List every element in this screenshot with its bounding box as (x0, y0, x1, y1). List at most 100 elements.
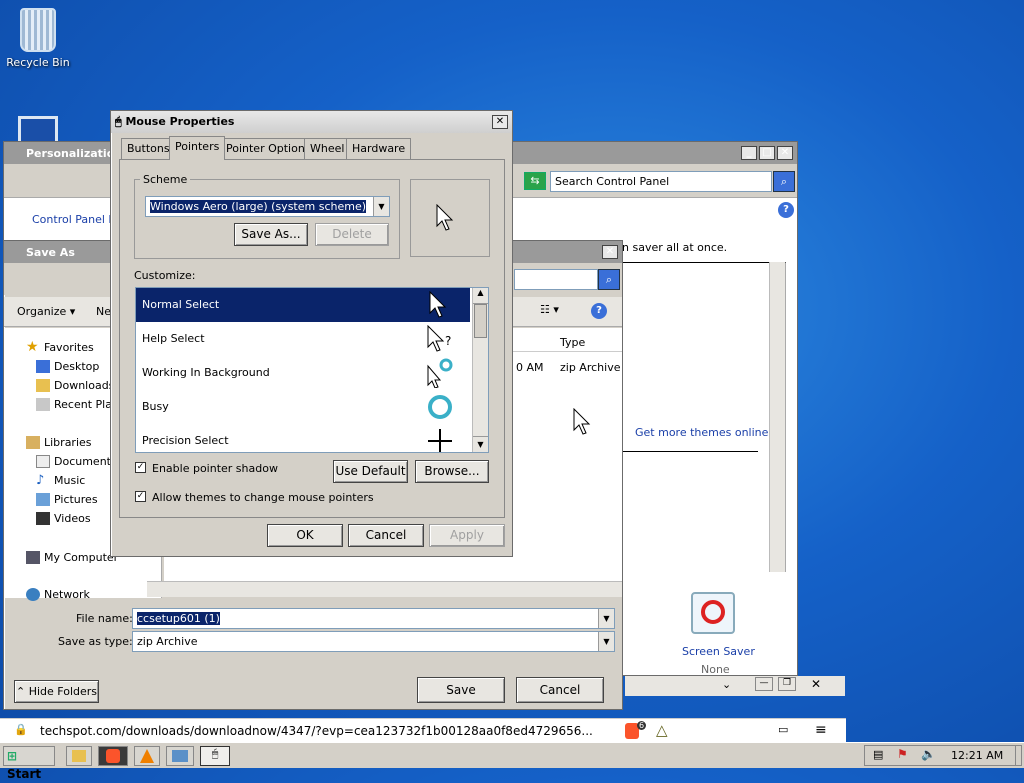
allow-themes-checkbox[interactable]: ✓ (135, 491, 146, 502)
customize-label: Customize: (134, 269, 196, 282)
file-name-label: File name: (76, 612, 133, 625)
tab-hardware[interactable]: Hardware (346, 138, 412, 159)
browser-address-bar: 🔒 techspot.com/downloads/downloadnow/434… (0, 718, 846, 742)
save-as-search-input[interactable] (514, 269, 598, 290)
tab-pointers[interactable]: Pointers (169, 136, 226, 160)
hide-folders-button[interactable]: ⌃ Hide Folders (14, 680, 99, 703)
videos-icon (36, 512, 50, 525)
list-item-precision-select[interactable]: Precision Select (136, 424, 470, 452)
scheme-select[interactable]: Windows Aero (large) (system scheme) ▼ (145, 196, 390, 217)
mouse-properties-task[interactable]: 🖱 (200, 746, 230, 766)
help-icon[interactable]: ? (591, 303, 607, 319)
sidebar-item-network[interactable]: Network (26, 587, 90, 603)
search-input[interactable]: Search Control Panel (550, 171, 772, 192)
libraries-icon (26, 436, 40, 449)
close-button[interactable]: ✕ (777, 146, 793, 160)
sidebar-item-downloads[interactable]: Downloads (36, 378, 114, 394)
clock[interactable]: 12:21 AM (951, 749, 1003, 762)
new-folder-button[interactable]: Ne (96, 305, 111, 318)
tab-wheel[interactable]: Wheel (304, 138, 351, 159)
organize-button[interactable]: Organize ▾ (17, 305, 75, 318)
sidebar-item-videos[interactable]: Videos (36, 511, 91, 527)
sidebar-item-favorites[interactable]: ★ Favorites (26, 340, 94, 356)
list-item-busy[interactable]: Busy (136, 390, 470, 424)
minimize-button[interactable]: — (755, 677, 773, 691)
close-button[interactable]: ✕ (602, 245, 618, 259)
rewards-triangle-icon[interactable]: △ (656, 721, 668, 739)
vlc-task[interactable] (134, 746, 160, 766)
pointer-list-scrollbar[interactable]: ▲ ▼ (472, 288, 488, 452)
column-header-type[interactable]: Type (560, 333, 585, 353)
use-default-button[interactable]: Use Default (333, 460, 408, 483)
mouse-properties-titlebar: 🖱 Mouse Properties ✕ (111, 111, 512, 133)
help-icon[interactable]: ? (778, 202, 794, 218)
crosshair-cursor-icon (428, 429, 452, 452)
save-as-button[interactable]: Save As... (234, 223, 308, 246)
shield-badge: 6 (637, 721, 647, 730)
chevron-down-icon[interactable]: ▼ (598, 609, 614, 628)
sidebar-item-music[interactable]: ♪ Music (36, 473, 85, 489)
file-row-time: 0 AM (516, 361, 544, 374)
maximize-button[interactable]: □ (759, 146, 775, 160)
search-icon[interactable]: ⌕ (773, 171, 795, 192)
security-alert-icon[interactable]: ⚑ (897, 747, 908, 761)
close-button[interactable]: ✕ (492, 115, 508, 129)
control-panel-icon (172, 750, 188, 762)
allow-themes-label: Allow themes to change mouse pointers (152, 491, 374, 504)
ok-button[interactable]: OK (267, 524, 343, 547)
get-more-themes-link[interactable]: Get more themes online (635, 426, 768, 439)
sidebar-item-libraries[interactable]: Libraries (26, 435, 92, 451)
themes-scrollbar[interactable] (769, 262, 785, 572)
show-desktop-button[interactable] (1015, 746, 1021, 765)
explorer-task[interactable] (66, 746, 92, 766)
chevron-down-icon[interactable]: ▼ (373, 197, 389, 216)
sidebar-item-recent-places[interactable]: Recent Plac (36, 397, 118, 413)
screen-saver-icon[interactable] (691, 592, 735, 634)
start-button[interactable]: ⊞ Start (3, 746, 55, 781)
chevron-down-icon[interactable]: ▼ (598, 632, 614, 651)
arrow-cursor-icon (436, 204, 454, 231)
browse-button[interactable]: Browse... (415, 460, 489, 483)
file-list-hscrollbar[interactable] (147, 581, 622, 597)
tab-pointer-options[interactable]: Pointer Options (220, 138, 317, 159)
system-tray: ▤ ⚑ 🔈 12:21 AM (864, 745, 1022, 766)
file-name-input[interactable]: ccsetup601 (1) ▼ (132, 608, 615, 629)
apply-button[interactable]: Apply (429, 524, 505, 547)
minimize-button[interactable]: _ (741, 146, 757, 160)
save-button[interactable]: Save (417, 677, 505, 703)
list-item-working-in-background[interactable]: Working In Background (136, 356, 470, 390)
wallet-icon[interactable]: ▭ (778, 723, 788, 736)
enable-shadow-checkbox[interactable]: ✓ (135, 462, 146, 473)
view-options-icon[interactable]: ☷ ▾ (540, 303, 559, 316)
network-icon[interactable]: ▤ (873, 748, 883, 761)
menu-icon[interactable]: ≡ (815, 722, 827, 738)
cancel-button[interactable]: Cancel (516, 677, 604, 703)
sidebar-item-documents[interactable]: Documents (36, 454, 117, 470)
volume-icon[interactable]: 🔈 (921, 747, 936, 761)
screen-saver-description: n saver all at once. (622, 241, 728, 254)
recycle-bin[interactable]: Recycle Bin (3, 8, 73, 69)
help-select-cursor-icon: ? (427, 325, 451, 352)
sidebar-item-pictures[interactable]: Pictures (36, 492, 98, 508)
search-icon[interactable]: ⌕ (598, 269, 620, 290)
pointer-preview (410, 179, 490, 257)
sidebar-item-my-computer[interactable]: My Computer (26, 550, 118, 566)
url-text[interactable]: techspot.com/downloads/downloadnow/4347/… (40, 724, 593, 738)
delete-button[interactable]: Delete (315, 223, 389, 246)
sidebar-item-desktop[interactable]: Desktop (36, 359, 99, 375)
refresh-icon[interactable]: ⇆ (524, 172, 546, 190)
documents-icon (36, 455, 50, 468)
brave-task[interactable] (98, 746, 128, 766)
chevron-down-icon[interactable]: ⌄ (722, 678, 731, 691)
save-as-type-select[interactable]: zip Archive ▼ (132, 631, 615, 652)
list-item-normal-select[interactable]: Normal Select (136, 288, 470, 322)
tab-buttons[interactable]: Buttons (121, 138, 176, 159)
enable-shadow-label: Enable pointer shadow (152, 462, 278, 475)
close-button[interactable]: ✕ (811, 677, 821, 691)
vlc-icon (140, 749, 154, 763)
list-item-help-select[interactable]: Help Select ? (136, 322, 470, 356)
screen-saver-label[interactable]: Screen Saver (682, 645, 755, 658)
control-panel-task[interactable] (166, 746, 194, 766)
restore-button[interactable]: ❐ (778, 677, 796, 691)
cancel-button[interactable]: Cancel (348, 524, 424, 547)
